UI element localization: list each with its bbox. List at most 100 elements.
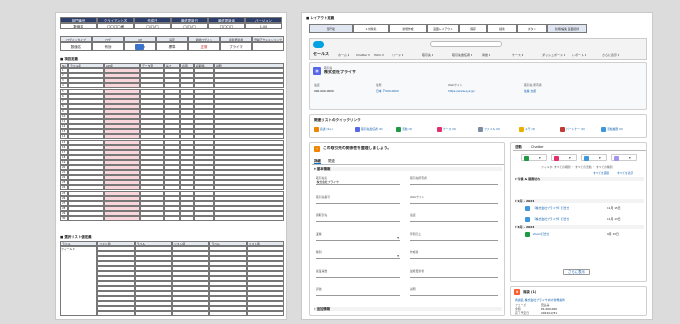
nav-tab[interactable]: 商談 ▾ — [482, 53, 490, 57]
nav-tab[interactable]: さらに表示 ▾ — [602, 53, 619, 57]
quick-link[interactable]: 活動履歴 (0) — [607, 127, 623, 131]
chevron-down-icon: ▾ — [397, 235, 399, 240]
field-input[interactable] — [316, 217, 400, 222]
summary-value: 000-000-0000 — [314, 89, 334, 93]
show-all-link[interactable]: すべてを表示 — [617, 171, 633, 175]
section-basic-info[interactable]: ▾ 基本情報 — [314, 167, 502, 172]
nav-tab[interactable]: 取引先責任者 ▾ — [452, 53, 472, 57]
activity-action-button[interactable]: ▾ — [581, 154, 607, 161]
activity-group-header[interactable]: ▾ 8月 - 2024 — [515, 225, 644, 230]
nav-tab[interactable]: レポート ▾ — [572, 53, 586, 57]
field-input[interactable]: ▾ — [316, 236, 400, 241]
header-col-value: 〇〇〇〇様 — [97, 23, 134, 29]
field-input[interactable] — [410, 199, 498, 204]
toolbar-item[interactable]: 画面レイアウト — [427, 24, 459, 33]
chatter-tab[interactable]: Chatter — [531, 145, 544, 149]
expand-all-link[interactable]: すべてを展開 — [593, 171, 609, 175]
field-input[interactable] — [316, 273, 400, 278]
table-cell — [68, 216, 104, 222]
toolbar-item[interactable]: 検索 — [487, 24, 517, 33]
quick-link[interactable]: ケース (0) — [443, 127, 456, 131]
nav-tab[interactable]: 取引先 ▾ — [422, 53, 433, 57]
field-input[interactable]: ▾ — [316, 254, 400, 259]
section-basic-info-label: 基本情報 — [316, 167, 331, 171]
quick-link[interactable]: 商談 (0+) — [320, 127, 333, 131]
activity-action-icon — [584, 156, 589, 161]
header-col-value: 1.00 — [245, 23, 282, 29]
pick-cell — [246, 311, 284, 316]
table-cell — [180, 216, 194, 222]
quick-link[interactable]: 取引先責任者 (0) — [361, 127, 383, 131]
quick-link[interactable]: パートナー (0) — [566, 127, 585, 131]
toolbar-item[interactable]: 部門名 — [309, 24, 353, 33]
activity-date: 11月 13日 — [607, 217, 621, 221]
toolbar-item[interactable]: 保存 — [459, 24, 487, 33]
activity-date: 11月 15日 — [607, 206, 621, 210]
header-col-value: 〇/〇/〇 — [134, 23, 171, 29]
summary-value[interactable]: https://www.xyz.jp/ — [448, 89, 475, 93]
activity-action-button[interactable]: ▾ — [611, 154, 637, 161]
field-input[interactable] — [410, 217, 498, 222]
field-input[interactable] — [410, 291, 498, 296]
activity-action-button[interactable]: ▾ — [521, 154, 547, 161]
header-col-value: 数値名 — [60, 23, 97, 29]
detail-card: ! この取引先の関係性を整理しましょう。 詳細 関連 ▾ 基本情報 取引先名 株式… — [309, 142, 505, 316]
toolbar-item[interactable]: ボタン — [517, 24, 547, 33]
chevron-down-icon: ▾ — [569, 156, 571, 160]
nav-tab[interactable]: Chatter ▾ — [356, 53, 370, 57]
pick-cell — [134, 311, 172, 316]
table-cell — [194, 216, 214, 222]
activity-action-button[interactable]: ▾ — [551, 154, 577, 161]
field-input[interactable] — [316, 291, 400, 296]
quick-link-icon — [560, 127, 565, 132]
nav-tab[interactable]: ToDo ▾ — [374, 53, 384, 57]
activity-title[interactable]: Zoom打合せ — [533, 232, 549, 236]
quick-link[interactable]: ファイル (0) — [484, 127, 500, 131]
summary-value[interactable]: 佐藤 太郎 — [524, 89, 536, 93]
activity-tab[interactable]: 活動 — [515, 145, 522, 149]
activity-card: 活動 Chatter ▾ ▾ ▾ ▾ フィルタ: すべての期間 ・ すべての活動 ・ … — [510, 142, 647, 282]
sub-col-value: 数値名 — [60, 42, 92, 51]
section-title-fields: ■ 項目定義 — [60, 57, 78, 61]
activity-action-icon — [524, 156, 529, 161]
section-additional-info[interactable]: › 追加情報 — [314, 307, 502, 312]
field-input[interactable] — [410, 273, 498, 278]
activity-date: 9月 15日 — [607, 232, 619, 236]
field-input[interactable] — [410, 180, 498, 185]
quick-link-icon — [519, 127, 524, 132]
nav-tab[interactable]: ホーム ▾ — [338, 53, 349, 57]
activity-title[interactable]: 【株式会社プライサ】打合せ — [533, 217, 569, 221]
nav-tab[interactable]: リード ▾ — [392, 53, 403, 57]
field-input[interactable] — [410, 254, 498, 259]
quick-link-icon — [355, 127, 360, 132]
nav-tab[interactable]: ケース ▾ — [512, 53, 523, 57]
field-input[interactable] — [410, 236, 498, 241]
activity-group-header[interactable]: ▾ 今後 & 期限切れ — [515, 177, 644, 182]
record-highlight: ▦ 取引先 株式会社プライサ 電話 000-000-0000 住所 日本 〒000-0… — [309, 62, 647, 110]
table-cell — [164, 216, 180, 222]
opportunity-link[interactable]: 商談名 株式会社プライサ向け新規案件 — [515, 298, 565, 302]
field-input[interactable] — [316, 199, 400, 204]
quick-link[interactable]: 活動 (0) — [402, 127, 412, 131]
chevron-down-icon: ▾ — [397, 254, 399, 258]
quick-link-icon — [601, 127, 606, 132]
summary-label: 住所 — [376, 83, 382, 87]
activity-group-header[interactable]: ▾ 9月 - 2024 — [515, 199, 644, 204]
tab-divider — [312, 164, 504, 165]
header-col-value: 〇/〇/〇 — [171, 23, 208, 29]
quick-link[interactable]: メモ (0) — [525, 127, 535, 131]
activity-filter: フィルタ: すべての期間 ・ すべての活動 ・ すべての種別 — [541, 165, 613, 169]
toolbar-item[interactable]: 1.対象名 — [353, 24, 389, 33]
alert-message: この取引先の関係性を整理しましょう。 — [323, 146, 392, 150]
nav-tab[interactable]: ダッシュボード ▾ — [542, 53, 565, 57]
toolbar-item[interactable]: 新規作成 — [389, 24, 427, 33]
activity-title[interactable]: 【株式会社プライサ】打合せ — [533, 206, 569, 210]
toolbar-item[interactable]: 新規/編集 画面切替 — [547, 24, 587, 33]
more-button[interactable]: さらに表示 — [563, 269, 590, 276]
field-input[interactable]: 株式会社プライサ — [316, 180, 400, 185]
pick-cell — [97, 311, 135, 316]
event-icon — [525, 217, 530, 222]
summary-label: 電話 — [314, 83, 320, 87]
global-search-input[interactable] — [430, 41, 502, 47]
tab-related[interactable]: 関連 — [328, 159, 335, 163]
